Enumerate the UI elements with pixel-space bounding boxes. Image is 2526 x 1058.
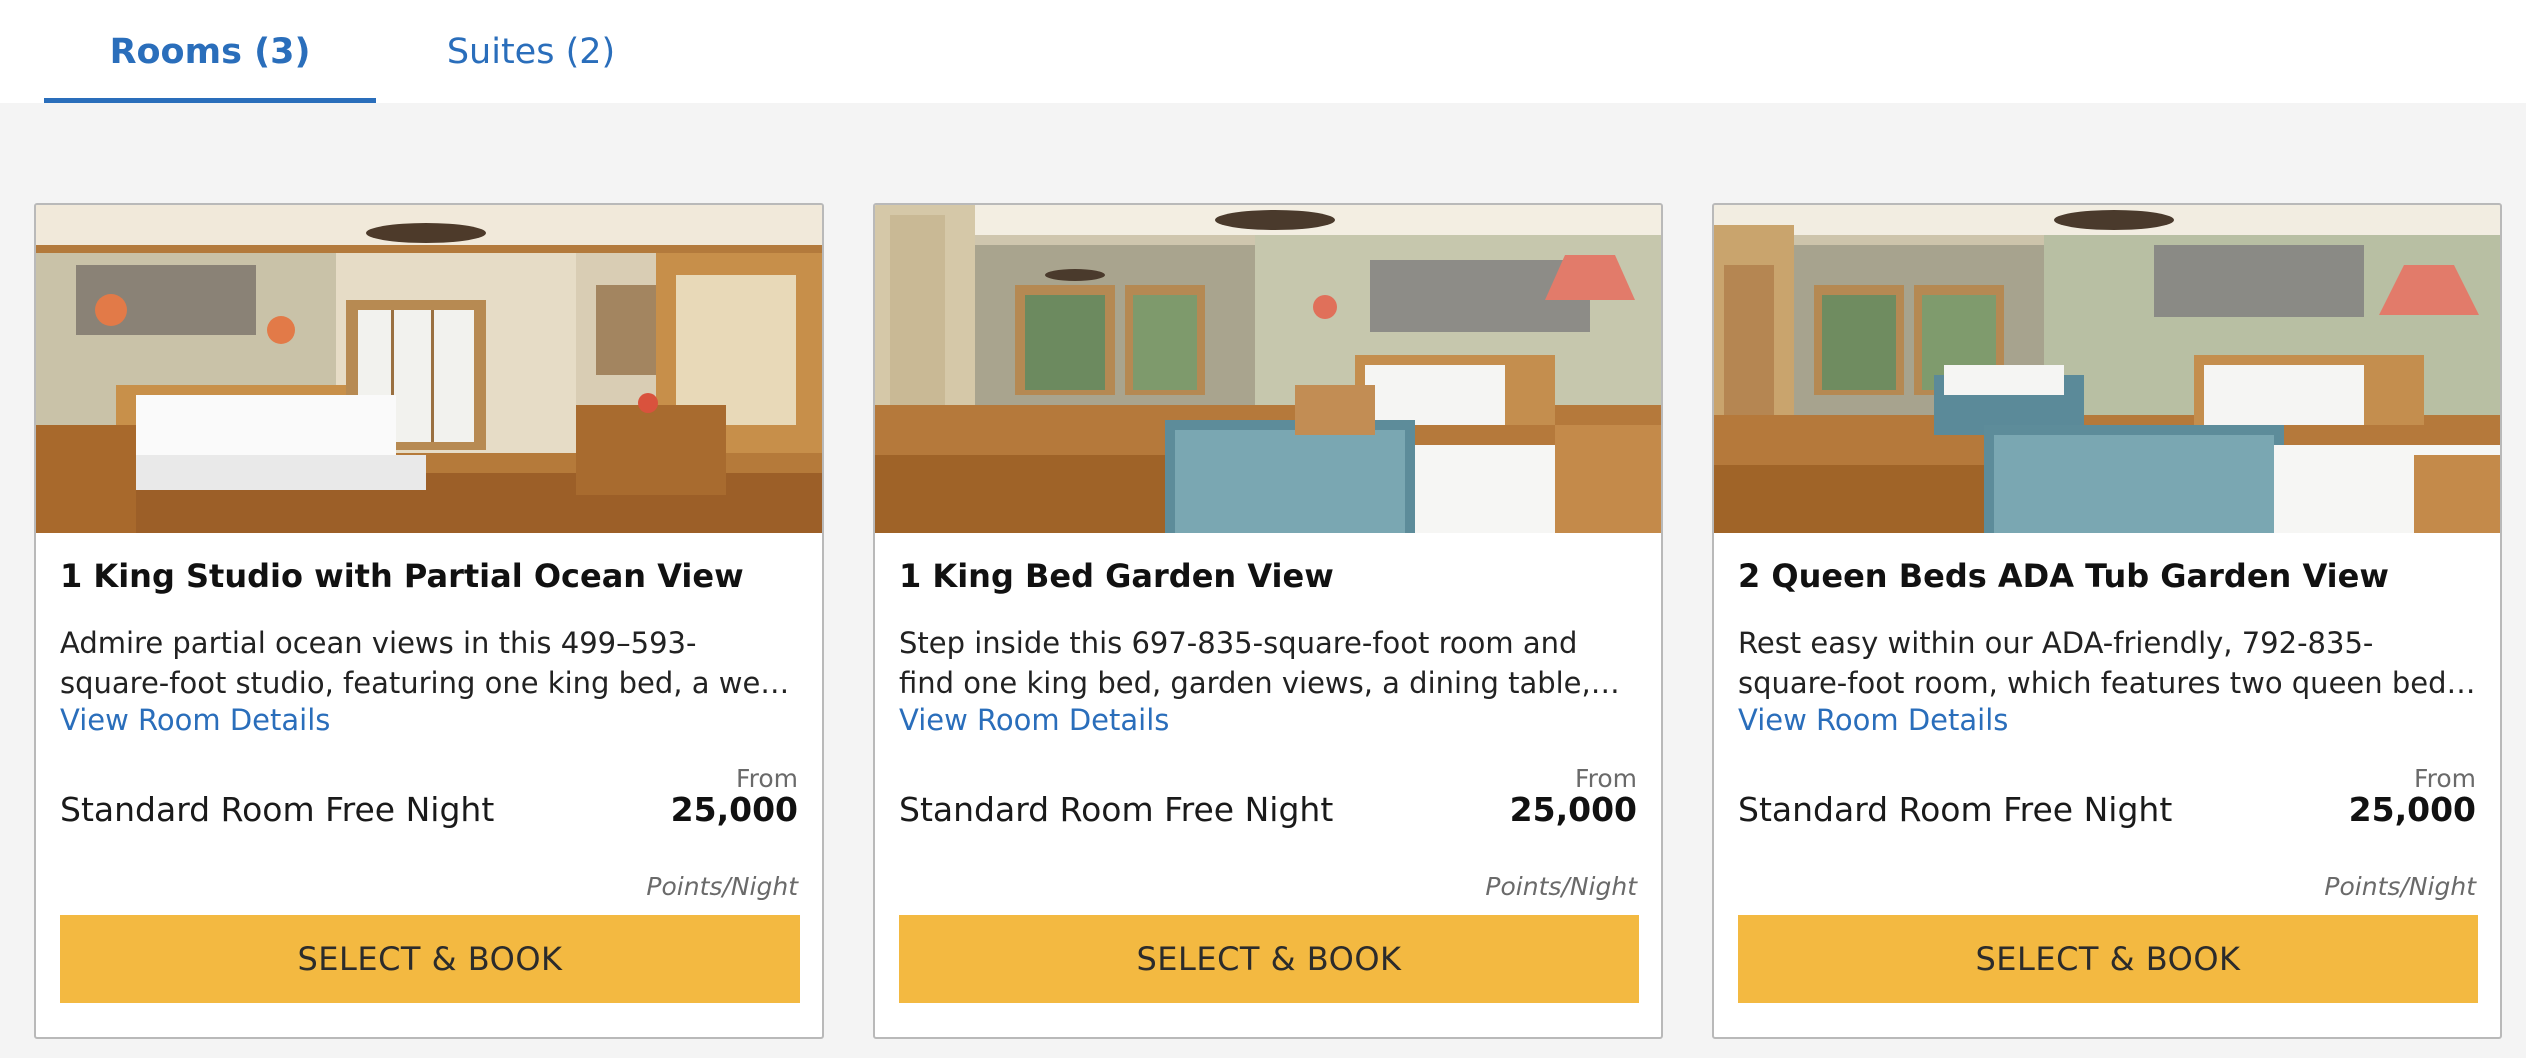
room-card: 1 King Bed Garden View Step inside this … [873,203,1663,1039]
room-type-tabs: Rooms (3) Suites (2) [0,0,2526,103]
select-and-book-button[interactable]: SELECT & BOOK [899,915,1639,1003]
rate-from-label: From [736,764,798,793]
rate-price: 25,000 [1509,790,1637,829]
tab-rooms[interactable]: Rooms (3) [44,0,376,103]
rate-name: Standard Room Free Night [60,790,495,829]
room-title: 1 King Bed Garden View [899,557,1334,595]
view-room-details-link[interactable]: View Room Details [60,703,330,737]
room-card: 2 Queen Beds ADA Tub Garden View Rest ea… [1712,203,2502,1039]
select-and-book-button[interactable]: SELECT & BOOK [1738,915,2478,1003]
room-description: Admire partial ocean views in this 499–5… [60,626,772,700]
room-photo[interactable] [875,205,1661,533]
rate-name: Standard Room Free Night [1738,790,2173,829]
room-description: Rest easy within our ADA-friendly, 792-8… [1738,626,2471,700]
tab-suites[interactable]: Suites (2) [376,0,686,103]
active-tab-indicator [44,98,376,103]
room-card: 1 King Studio with Partial Ocean View Ad… [34,203,824,1039]
select-and-book-button[interactable]: SELECT & BOOK [60,915,800,1003]
rate-name: Standard Room Free Night [899,790,1334,829]
room-title: 2 Queen Beds ADA Tub Garden View [1738,557,2389,595]
rate-unit: Points/Night [2324,872,2476,901]
room-photo[interactable] [1714,205,2500,533]
rate-price: 25,000 [670,790,798,829]
rate-unit: Points/Night [646,872,798,901]
view-room-details-link[interactable]: View Room Details [1738,703,2008,737]
room-description: Step inside this 697-835-square-foot roo… [899,626,1591,700]
rate-from-label: From [1575,764,1637,793]
rate-price: 25,000 [2348,790,2476,829]
room-title: 1 King Studio with Partial Ocean View [60,557,744,595]
rate-unit: Points/Night [1485,872,1637,901]
view-room-details-link[interactable]: View Room Details [899,703,1169,737]
room-photo[interactable] [36,205,822,533]
rate-from-label: From [2414,764,2476,793]
